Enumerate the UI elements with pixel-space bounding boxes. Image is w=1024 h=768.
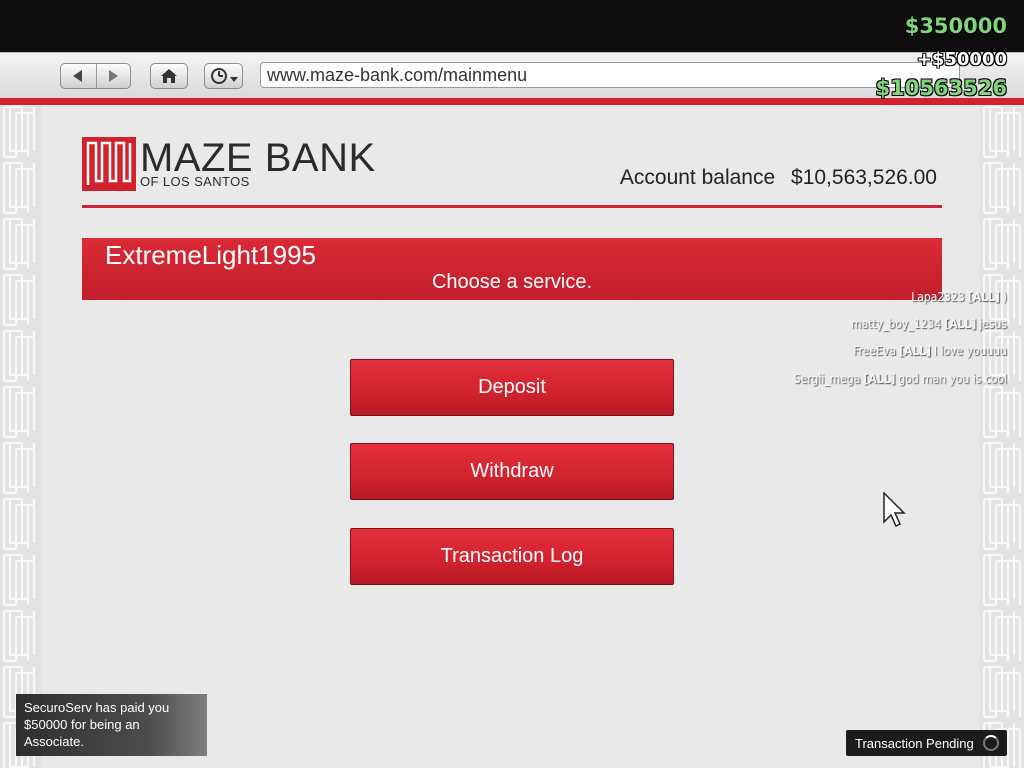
balance-label: Account balance xyxy=(619,166,776,189)
chat-line: matty_boy_1234 [ALL] jesus xyxy=(851,317,1007,331)
bank-subtitle: OF LOS SANTOS xyxy=(140,174,250,189)
back-arrow-icon xyxy=(73,70,83,82)
service-prompt: Choose a service. xyxy=(431,271,593,293)
chat-line: FreeEva [ALL] I love youuuu xyxy=(853,344,1007,358)
loading-spinner-icon xyxy=(983,735,999,751)
forward-button[interactable] xyxy=(97,64,131,88)
pending-label: Transaction Pending xyxy=(855,735,974,751)
chat-line: Sergii_mega [ALL] god man you is cool xyxy=(794,372,1007,386)
transaction-log-button[interactable]: Transaction Log xyxy=(350,528,674,585)
chat-user: Sergii_mega xyxy=(793,372,861,386)
chat-tag: [ALL] xyxy=(967,290,1000,304)
chat-message: ) xyxy=(1002,290,1007,304)
home-icon xyxy=(161,69,177,83)
chat-user: Lapa2323 xyxy=(911,290,965,304)
top-black-bar xyxy=(0,0,1024,52)
chat-tag: [ALL] xyxy=(944,317,977,331)
transaction-pending-indicator: Transaction Pending xyxy=(846,730,1007,756)
right-maze-pattern xyxy=(980,105,1024,768)
url-bar[interactable]: www.maze-bank.com/mainmenu xyxy=(260,62,960,88)
account-balance: Account balance $10,563,526.00 xyxy=(620,166,937,190)
nav-buttons xyxy=(60,63,131,89)
chat-message: god man you is cool xyxy=(898,372,1007,386)
chat-line: Lapa2323 [ALL]) xyxy=(911,290,1007,304)
back-button[interactable] xyxy=(61,64,97,88)
hud-cash-gain: +$50000 xyxy=(916,49,1007,70)
username: ExtremeLight1995 xyxy=(105,240,317,270)
balance-value: $10,563,526.00 xyxy=(791,166,937,189)
left-maze-pattern xyxy=(0,105,42,768)
history-clock-icon xyxy=(210,68,238,84)
mouse-cursor-icon xyxy=(883,492,906,528)
feed-notification: SecuroServ has paid you $50000 for being… xyxy=(16,694,207,756)
hud-cash: $350000 xyxy=(904,14,1007,38)
chat-tag: [ALL] xyxy=(863,372,896,386)
maze-bank-logo-icon xyxy=(82,137,136,191)
chat-message: jesus xyxy=(979,317,1007,331)
toolbar-red-line xyxy=(0,98,1024,105)
forward-arrow-icon xyxy=(109,70,119,82)
chat-user: FreeEva xyxy=(853,344,896,358)
history-button[interactable] xyxy=(204,63,243,89)
user-banner: ExtremeLight1995 Choose a service. xyxy=(82,238,942,300)
chat-message: I love youuuu xyxy=(933,344,1007,358)
home-button[interactable] xyxy=(150,63,188,89)
chat-tag: [ALL] xyxy=(898,344,931,358)
hud-bank-balance: $10563526 xyxy=(875,76,1007,100)
chat-user: matty_boy_1234 xyxy=(851,317,942,331)
header-divider xyxy=(82,205,942,208)
withdraw-button[interactable]: Withdraw xyxy=(350,443,674,500)
deposit-button[interactable]: Deposit xyxy=(350,359,674,416)
